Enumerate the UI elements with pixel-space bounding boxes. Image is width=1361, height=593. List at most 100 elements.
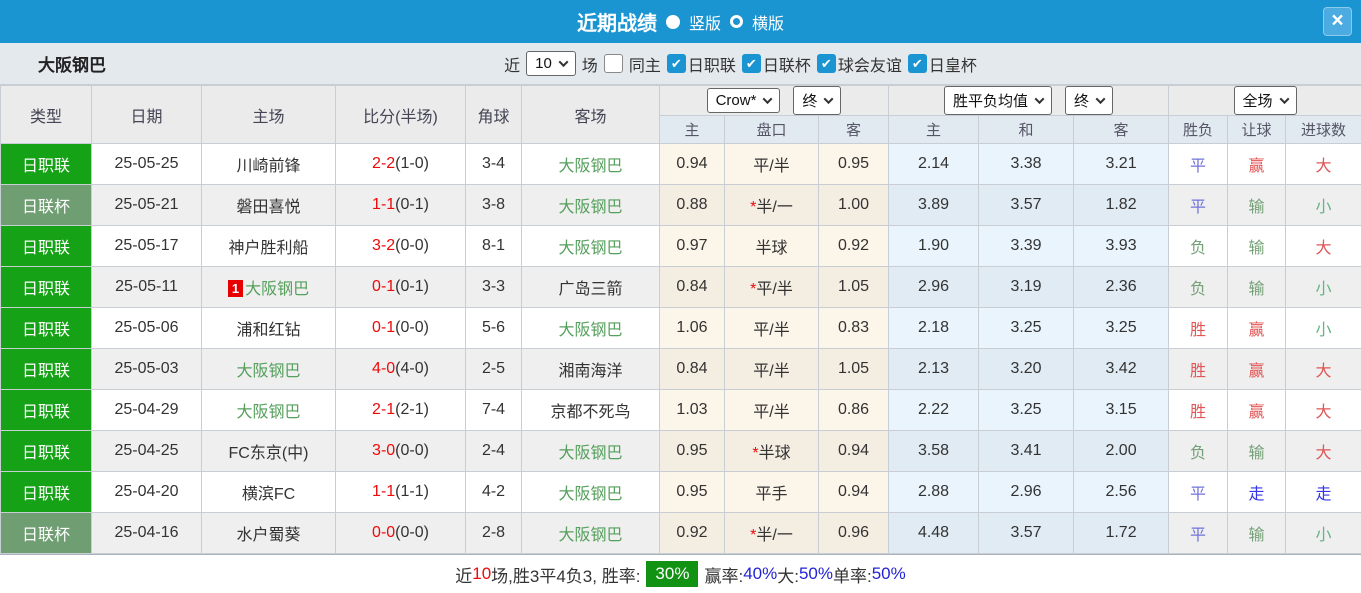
goals-result-cell: 小 — [1285, 184, 1361, 226]
corner-cell: 2-5 — [465, 348, 522, 390]
outcome-result-cell: 平 — [1168, 143, 1229, 185]
filter-league-emperor-cup: ✔ 日皇杯 — [907, 52, 977, 76]
avg-lose-cell: 3.25 — [1073, 307, 1170, 349]
chevron-down-icon — [823, 94, 834, 105]
title-bar: 近期战绩 竖版 横版 × — [0, 0, 1361, 43]
home-odds-cell: 0.95 — [659, 471, 725, 513]
col-avg-win: 主 — [888, 115, 980, 144]
jleague-checkbox[interactable]: ✔ — [666, 54, 686, 73]
home-odds-cell: 0.88 — [659, 184, 725, 226]
date-cell: 25-05-17 — [91, 225, 202, 267]
col-avg-lose: 客 — [1073, 115, 1170, 144]
col-odds-home: 主 — [659, 115, 725, 144]
friendly-checkbox[interactable]: ✔ — [816, 54, 836, 73]
avg-period-select[interactable]: 终 — [1065, 86, 1114, 115]
vertical-radio-selected[interactable] — [665, 14, 680, 29]
avg-lose-cell: 3.21 — [1073, 143, 1170, 185]
col-handicap-result: 让球 — [1227, 115, 1287, 144]
summary-segment: 50% — [871, 564, 906, 583]
outcome-result-cell: 负 — [1168, 225, 1229, 267]
odds-period-select[interactable]: 终 — [793, 86, 842, 115]
handicap-cell: *半/一 — [724, 184, 819, 226]
league-type-cell: 日职联 — [0, 266, 92, 308]
avg-win-cell: 2.22 — [888, 389, 980, 431]
handicap-result-cell: 输 — [1227, 266, 1287, 308]
horizontal-radio-label[interactable]: 横版 — [752, 10, 784, 34]
summary-segment: 赢率: — [704, 566, 744, 586]
summary-segment: 近 — [455, 566, 473, 586]
handicap-result-cell: 赢 — [1227, 389, 1287, 431]
table-row: 日职联 25-05-06 浦和红钻 0-1(0-0) 5-6 大阪钢巴 1.06 平/半 0.8… — [0, 307, 1361, 349]
goals-result-cell: 大 — [1285, 389, 1361, 431]
table-row: 日联杯 25-05-21 磐田喜悦 1-1(0-1) 3-8 大阪钢巴 0.88 *半/一 1.… — [0, 184, 1361, 226]
handicap-result-cell: 输 — [1227, 225, 1287, 267]
outcome-result-cell: 平 — [1168, 471, 1229, 513]
league-type-cell: 日职联 — [0, 143, 92, 185]
star-marker: * — [750, 527, 757, 544]
avg-win-cell: 2.18 — [888, 307, 980, 349]
corner-cell: 8-1 — [465, 225, 522, 267]
league-type-cell: 日职联 — [0, 471, 92, 513]
same-home-checkbox[interactable] — [603, 54, 623, 73]
goals-result-cell: 走 — [1285, 471, 1361, 513]
corner-cell: 7-4 — [465, 389, 522, 431]
date-cell: 25-04-16 — [91, 512, 202, 554]
away-team-cell: 大阪钢巴 — [521, 512, 660, 554]
avg-lose-cell: 2.00 — [1073, 430, 1170, 472]
away-odds-cell: 0.94 — [817, 430, 890, 472]
col-away: 客场 — [521, 85, 660, 144]
summary-segment: 单率: — [832, 566, 872, 586]
home-odds-cell: 0.95 — [659, 430, 725, 472]
vertical-radio-label[interactable]: 竖版 — [689, 10, 721, 34]
handicap-result-cell: 赢 — [1227, 348, 1287, 390]
same-home-label: 同主 — [628, 57, 661, 75]
away-odds-cell: 0.83 — [817, 307, 890, 349]
horizontal-radio[interactable] — [730, 15, 743, 28]
away-odds-cell: 0.96 — [817, 512, 890, 554]
score-cell: 0-0(0-0) — [335, 512, 466, 554]
corner-cell: 3-8 — [465, 184, 522, 226]
avg-win-cell: 2.13 — [888, 348, 980, 390]
avg-win-cell: 1.90 — [888, 225, 980, 267]
avg-select-group: 胜平负均值 终 — [888, 85, 1170, 116]
away-team-cell: 广岛三箭 — [521, 266, 660, 308]
jcup-checkbox[interactable]: ✔ — [741, 54, 761, 73]
full-match-select[interactable]: 全场 — [1233, 86, 1297, 115]
away-team-cell: 大阪钢巴 — [521, 184, 660, 226]
summary-segment: 大: — [777, 566, 799, 586]
summary-segment: 10 — [472, 564, 492, 583]
away-team-cell: 大阪钢巴 — [521, 430, 660, 472]
home-team-cell: 神户胜利船 — [201, 225, 336, 267]
close-icon[interactable]: × — [1323, 7, 1352, 36]
avg-win-cell: 3.89 — [888, 184, 980, 226]
col-odds-away: 客 — [817, 115, 890, 144]
avg-win-cell: 2.88 — [888, 471, 980, 513]
table-row: 日联杯 25-04-16 水户蜀葵 0-0(0-0) 2-8 大阪钢巴 0.92 *半/一 0.… — [0, 512, 1361, 554]
filter-controls: 近 10 场 同主 ✔ 日职联 ✔ 日联杯 ✔ 球会友谊 ✔ 日皇杯 — [384, 51, 977, 76]
score-cell: 4-0(4-0) — [335, 348, 466, 390]
col-type: 类型 — [0, 85, 92, 144]
select-header-row: 类型 日期 主场 比分(半场) 角球 客场 Crow* 终 胜平负均值 终 全场 — [0, 85, 1361, 144]
score-cell: 0-1(0-0) — [335, 307, 466, 349]
bookmaker-select[interactable]: Crow* — [706, 88, 781, 113]
filter-league-jleague: ✔ 日职联 — [666, 52, 736, 76]
away-team-cell: 大阪钢巴 — [521, 143, 660, 185]
corner-cell: 2-4 — [465, 430, 522, 472]
league-type-cell: 日联杯 — [0, 184, 92, 226]
handicap-cell: 平/半 — [724, 389, 819, 431]
away-team-cell: 大阪钢巴 — [521, 471, 660, 513]
avg-lose-cell: 3.15 — [1073, 389, 1170, 431]
goals-result-cell: 大 — [1285, 348, 1361, 390]
summary-segment: 50% — [798, 564, 833, 583]
games-count-select[interactable]: 10 — [526, 51, 576, 76]
corner-cell: 3-4 — [465, 143, 522, 185]
home-team-cell: 浦和红钻 — [201, 307, 336, 349]
goals-result-cell: 小 — [1285, 512, 1361, 554]
home-odds-cell: 0.84 — [659, 266, 725, 308]
filter-bar: 大阪钢巴 近 10 场 同主 ✔ 日职联 ✔ 日联杯 ✔ 球会友谊 ✔ 日皇杯 — [0, 43, 1361, 85]
emperor-cup-checkbox[interactable]: ✔ — [907, 54, 927, 73]
avg-odds-select[interactable]: 胜平负均值 — [944, 86, 1053, 115]
league-type-cell: 日职联 — [0, 225, 92, 267]
avg-win-cell: 2.96 — [888, 266, 980, 308]
away-odds-cell: 0.95 — [817, 143, 890, 185]
